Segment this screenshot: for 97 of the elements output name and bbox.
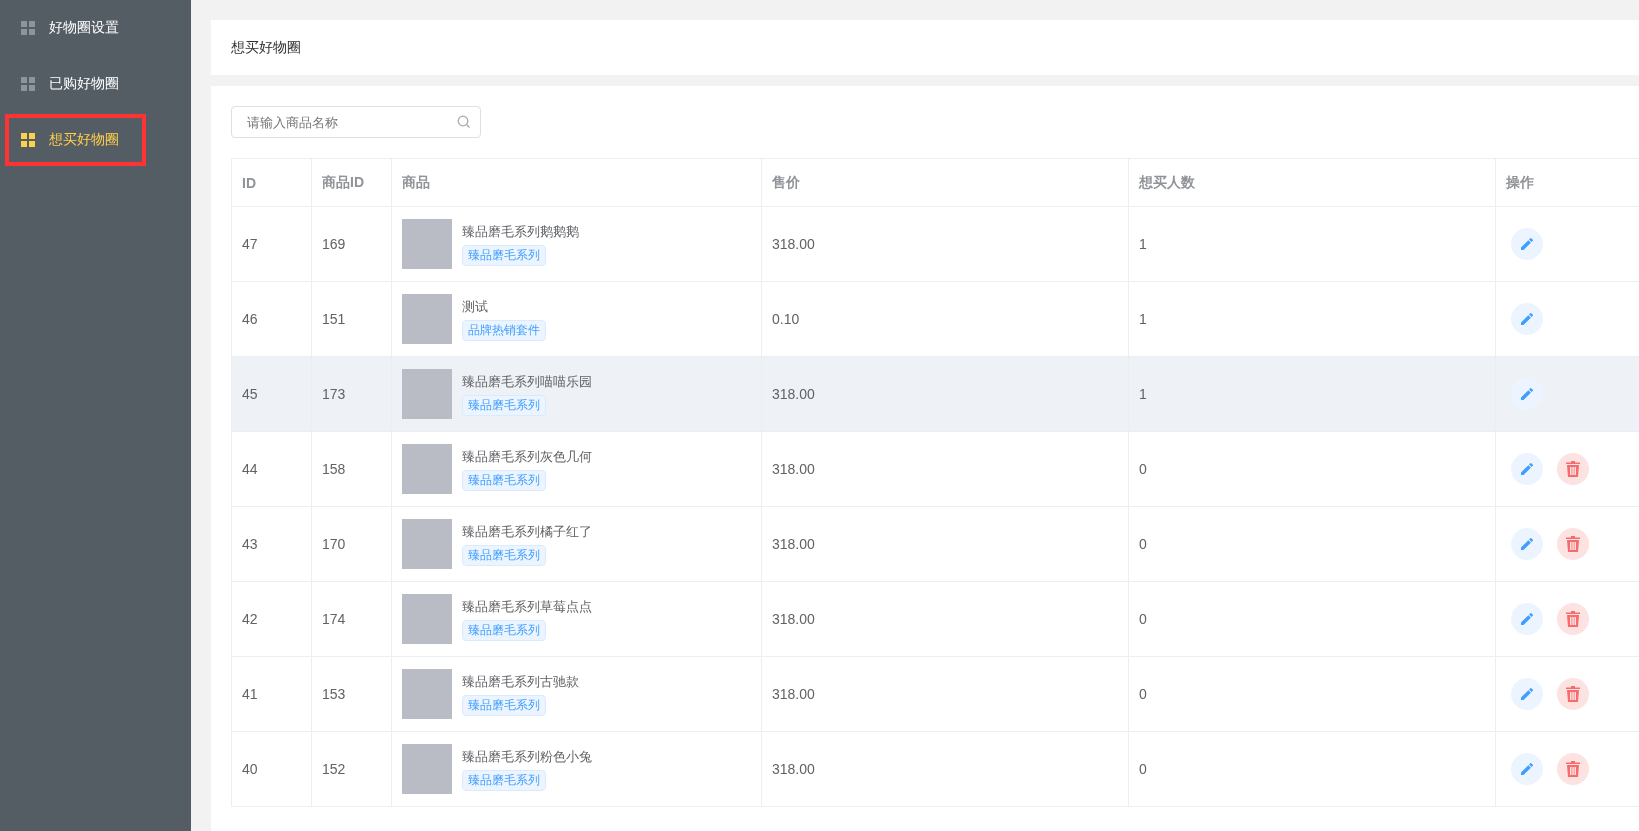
photo-placeholder	[402, 744, 452, 794]
delete-button[interactable]	[1557, 678, 1589, 710]
grid-icon	[21, 21, 35, 35]
table-cell: 43	[231, 506, 312, 582]
table-cell: 158	[311, 431, 392, 507]
category-tag: 臻品磨毛系列	[462, 619, 546, 641]
pencil-icon	[1519, 611, 1535, 627]
pencil-icon	[1519, 311, 1535, 327]
product-name: 臻品磨毛系列鹅鹅鹅	[462, 222, 579, 241]
table-cell: 0.10	[761, 281, 1129, 357]
table-cell: 1	[1128, 281, 1496, 357]
table-cell: 318.00	[761, 206, 1129, 282]
edit-button[interactable]	[1511, 303, 1543, 335]
product-name: 臻品磨毛系列喵喵乐园	[462, 372, 592, 391]
table-cell: 169	[311, 206, 392, 282]
table-cell: 318.00	[761, 356, 1129, 432]
table-cell: 0	[1128, 581, 1496, 657]
search-field[interactable]: 请输入商品名称	[231, 106, 481, 138]
pencil-icon	[1519, 386, 1535, 402]
photo-placeholder	[402, 219, 452, 269]
table-cell: 45	[231, 356, 312, 432]
table-cell: 170	[311, 506, 392, 582]
table-cell: 318.00	[761, 506, 1129, 582]
table-cell: 1	[1128, 206, 1496, 282]
photo-placeholder	[402, 444, 452, 494]
edit-button[interactable]	[1511, 678, 1543, 710]
photo-placeholder	[402, 594, 452, 644]
table-cell: 174	[311, 581, 392, 657]
table-cell: 318.00	[761, 431, 1129, 507]
table-cell: 41	[231, 656, 312, 732]
table-cell: 0	[1128, 506, 1496, 582]
table-cell: 40	[231, 731, 312, 807]
table-cell: 42	[231, 581, 312, 657]
category-tag: 臻品磨毛系列	[462, 244, 546, 266]
pencil-icon	[1519, 686, 1535, 702]
category-tag: 臻品磨毛系列	[462, 694, 546, 716]
product-name: 臻品磨毛系列橘子红了	[462, 522, 592, 541]
column-header: 商品ID	[311, 158, 392, 207]
delete-button[interactable]	[1557, 453, 1589, 485]
table-cell: 0	[1128, 431, 1496, 507]
delete-button[interactable]	[1557, 528, 1589, 560]
category-tag: 臻品磨毛系列	[462, 394, 546, 416]
product-name: 臻品磨毛系列古驰款	[462, 672, 579, 691]
photo-placeholder	[402, 294, 452, 344]
photo-placeholder	[402, 519, 452, 569]
sidebar-item[interactable]: 已购好物圈	[5, 58, 146, 110]
photo-placeholder	[402, 369, 452, 419]
table-cell: 318.00	[761, 581, 1129, 657]
category-tag: 臻品磨毛系列	[462, 769, 546, 791]
pencil-icon	[1519, 461, 1535, 477]
edit-button[interactable]	[1511, 378, 1543, 410]
sidebar-item[interactable]: 好物圈设置	[5, 2, 146, 54]
grid-icon	[21, 77, 35, 91]
table-cell: 152	[311, 731, 392, 807]
table-cell: 47	[231, 206, 312, 282]
trash-icon	[1566, 611, 1580, 627]
edit-button[interactable]	[1511, 453, 1543, 485]
trash-icon	[1566, 461, 1580, 477]
category-tag: 臻品磨毛系列	[462, 469, 546, 491]
table-cell: 318.00	[761, 731, 1129, 807]
photo-placeholder	[402, 669, 452, 719]
column-header: 操作	[1495, 158, 1639, 207]
search-icon	[457, 115, 471, 129]
pencil-icon	[1519, 761, 1535, 777]
column-header: 商品	[391, 158, 762, 207]
product-name: 臻品磨毛系列草莓点点	[462, 597, 592, 616]
edit-button[interactable]	[1511, 753, 1543, 785]
column-header: ID	[231, 158, 312, 207]
delete-button[interactable]	[1557, 603, 1589, 635]
pencil-icon	[1519, 536, 1535, 552]
sidebar-item[interactable]: 想买好物圈	[5, 114, 146, 166]
trash-icon	[1566, 686, 1580, 702]
table-cell: 151	[311, 281, 392, 357]
table-cell: 153	[311, 656, 392, 732]
table-cell: 318.00	[761, 656, 1129, 732]
edit-button[interactable]	[1511, 603, 1543, 635]
product-name: 臻品磨毛系列粉色小兔	[462, 747, 592, 766]
category-tag: 臻品磨毛系列	[462, 544, 546, 566]
category-tag: 品牌热销套件	[462, 319, 546, 341]
table-cell: 1	[1128, 356, 1496, 432]
edit-button[interactable]	[1511, 528, 1543, 560]
column-header: 想买人数	[1128, 158, 1496, 207]
edit-button[interactable]	[1511, 228, 1543, 260]
trash-icon	[1566, 536, 1580, 552]
product-name: 测试	[462, 297, 488, 316]
table-cell: 0	[1128, 731, 1496, 807]
grid-icon	[21, 133, 35, 147]
table-cell: 46	[231, 281, 312, 357]
table-cell: 0	[1128, 656, 1496, 732]
product-name: 臻品磨毛系列灰色几何	[462, 447, 592, 466]
page-title: 想买好物圈	[231, 38, 301, 57]
trash-icon	[1566, 761, 1580, 777]
table-cell: 173	[311, 356, 392, 432]
table-cell: 44	[231, 431, 312, 507]
delete-button[interactable]	[1557, 753, 1589, 785]
column-header: 售价	[761, 158, 1129, 207]
pencil-icon	[1519, 236, 1535, 252]
